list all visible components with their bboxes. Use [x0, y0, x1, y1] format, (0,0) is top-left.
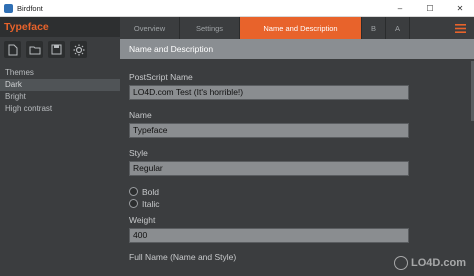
- tab-glyph-a[interactable]: A: [386, 17, 410, 39]
- theme-item-bright[interactable]: Bright: [0, 91, 120, 103]
- postscript-name-label: PostScript Name: [129, 72, 193, 82]
- hamburger-menu-icon: [454, 23, 466, 33]
- theme-item-dark[interactable]: Dark: [0, 79, 120, 91]
- tab-settings[interactable]: Settings: [180, 17, 240, 39]
- tab-bar: Overview Settings Name and Description B…: [120, 17, 474, 39]
- content-panel: Name and Description PostScript Name Nam…: [120, 39, 474, 276]
- minimize-button[interactable]: –: [386, 0, 414, 17]
- save-icon: [51, 44, 62, 55]
- italic-option[interactable]: Italic: [129, 198, 474, 209]
- maximize-button[interactable]: ☐: [416, 0, 444, 17]
- tab-name-and-description[interactable]: Name and Description: [240, 17, 362, 39]
- style-label: Style: [129, 148, 148, 158]
- app-title: Typeface: [4, 21, 49, 33]
- settings-button[interactable]: [70, 41, 87, 58]
- themes-heading: Themes: [5, 68, 34, 77]
- theme-item-high-contrast[interactable]: High contrast: [0, 103, 120, 115]
- weight-input[interactable]: [129, 227, 409, 243]
- name-label: Name: [129, 110, 152, 120]
- weight-label: Weight: [129, 215, 156, 225]
- sidebar-header: Typeface: [0, 17, 120, 37]
- toolbar: [0, 37, 120, 65]
- settings-gear-icon: [73, 44, 84, 55]
- tab-spacer: [410, 17, 446, 39]
- watermark-logo-icon: [393, 256, 408, 270]
- postscript-name-input[interactable]: [129, 84, 409, 100]
- birdfont-app-icon: [4, 3, 13, 13]
- watermark-text: LO4D.com: [410, 257, 466, 269]
- italic-label: Italic: [142, 198, 160, 209]
- watermark: LO4D.com: [393, 256, 466, 270]
- save-button[interactable]: [48, 41, 65, 58]
- bold-option[interactable]: Bold: [129, 186, 474, 197]
- bold-checkbox[interactable]: [129, 187, 138, 196]
- tab-glyph-b[interactable]: B: [362, 17, 386, 39]
- open-folder-button[interactable]: [26, 41, 43, 58]
- close-button[interactable]: ✕: [446, 0, 474, 17]
- style-input[interactable]: [129, 160, 409, 176]
- new-file-icon: [8, 44, 17, 55]
- menu-button[interactable]: [446, 17, 474, 39]
- window-title: Birdfont: [17, 3, 43, 13]
- sidebar: Typeface Themes Dark Bright High contras…: [0, 17, 120, 276]
- window-titlebar: Birdfont – ☐ ✕: [0, 0, 474, 17]
- name-input[interactable]: [129, 122, 409, 138]
- new-file-button[interactable]: [4, 41, 21, 58]
- italic-checkbox[interactable]: [129, 199, 138, 208]
- open-folder-icon: [29, 46, 40, 54]
- tab-overview[interactable]: Overview: [120, 17, 180, 39]
- section-header: Name and Description: [120, 39, 474, 59]
- bold-label: Bold: [142, 186, 160, 197]
